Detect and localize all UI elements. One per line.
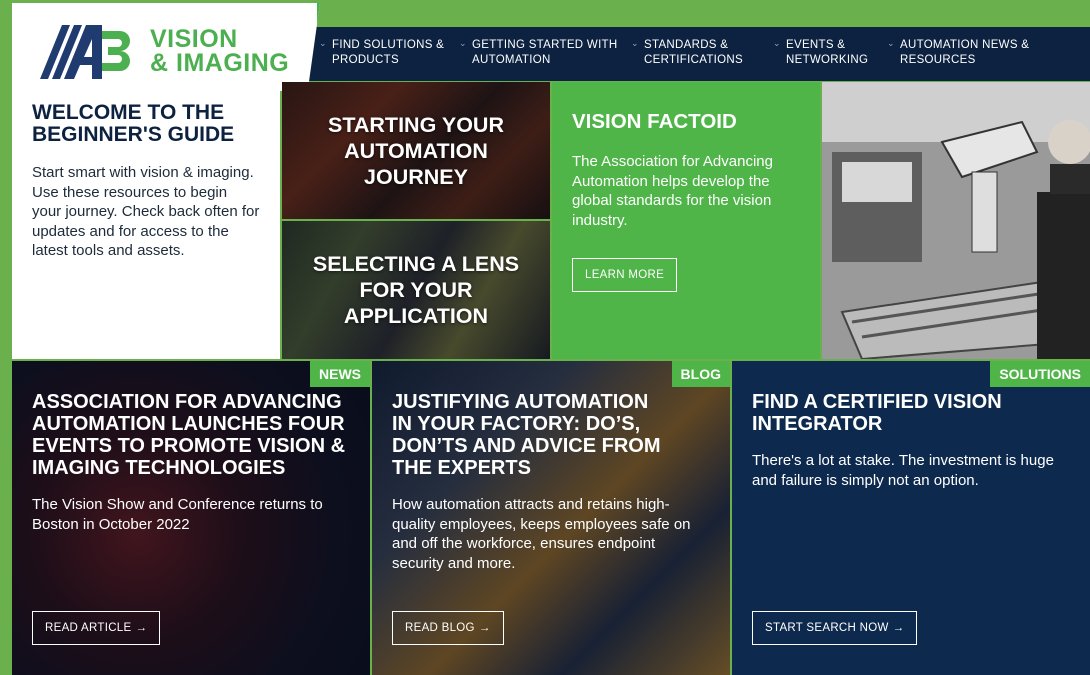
nav-label-line1: EVENTS & [786,39,846,51]
news-card-title: ASSOCIATION FOR ADVANCING AUTOMATION LAU… [32,391,346,479]
vision-factoid-panel: VISION FACTOID The Association for Advan… [552,82,820,359]
nav-getting-started[interactable]: ⌄ GETTING STARTED WITH AUTOMATION [459,38,618,68]
news-card-body: The Vision Show and Conference returns t… [32,496,323,533]
blog-card-title: JUSTIFYING AUTOMATION IN YOUR FACTORY: D… [392,391,661,479]
robot-photo-illustration-icon [822,82,1090,359]
nav-label-line2: CERTIFICATIONS [644,54,743,66]
tile-label: SELECTING A LENS FOR YOUR APPLICATION [312,252,520,328]
logo-line-imaging: & IMAGING [150,49,290,77]
nav-label-line2: NETWORKING [786,54,869,66]
nav-label-line1: GETTING STARTED WITH [472,39,618,51]
read-article-button[interactable]: READ ARTICLE → [32,611,161,645]
welcome-panel: WELCOME TO THE BEGINNER'S GUIDE Start sm… [12,82,280,359]
chevron-down-icon: ⌄ [631,38,639,48]
solutions-card[interactable]: SOLUTIONS FIND A CERTIFIED VISION INTEGR… [732,361,1090,675]
button-label: START SEARCH NOW [765,622,889,634]
blog-tag-badge: BLOG [671,361,730,387]
chevron-down-icon: ⌄ [773,38,781,48]
factoid-body: The Association for Advancing Automation… [572,153,773,229]
nav-label-line2: AUTOMATION [472,54,551,66]
site-logo[interactable]: VISION & IMAGING [12,3,320,91]
blog-card[interactable]: BLOG JUSTIFYING AUTOMATION IN YOUR FACTO… [372,361,730,675]
solutions-card-body: There's a lot at stake. The investment i… [752,452,1054,489]
welcome-title: WELCOME TO THE BEGINNER'S GUIDE [32,101,235,146]
tile-label: STARTING YOUR AUTOMATION JOURNEY [328,112,504,189]
blog-card-body: How automation attracts and retains high… [392,496,691,572]
nav-standards[interactable]: ⌄ STANDARDS & CERTIFICATIONS [631,38,743,68]
nav-label-line1: STANDARDS & [644,39,729,51]
arrow-right-icon: → [892,622,905,634]
a3-logo-mark-icon [40,25,130,79]
nav-label-line2: PRODUCTS [332,54,399,66]
factoid-title: VISION FACTOID [572,110,737,133]
news-card[interactable]: NEWS ASSOCIATION FOR ADVANCING AUTOMATIO… [12,361,370,675]
learn-more-button[interactable]: LEARN MORE [572,258,678,293]
button-label: READ ARTICLE [45,622,132,634]
nav-find-solutions[interactable]: ⌄ FIND SOLUTIONS & PRODUCTS [319,38,445,68]
tile-selecting-lens[interactable]: SELECTING A LENS FOR YOUR APPLICATION [282,221,550,359]
chevron-down-icon: ⌄ [887,38,895,48]
news-tag-badge: NEWS [310,361,370,387]
chevron-down-icon: ⌄ [459,38,467,48]
logo-line-vision: VISION [150,25,238,53]
chevron-down-icon: ⌄ [319,38,327,48]
button-label: READ BLOG [405,622,475,634]
nav-events[interactable]: ⌄ EVENTS & NETWORKING [773,38,869,68]
solutions-tag-badge: SOLUTIONS [990,361,1090,387]
arrow-right-icon: → [135,622,148,634]
arrow-right-icon: → [478,622,491,634]
tile-starting-automation-journey[interactable]: STARTING YOUR AUTOMATION JOURNEY [282,82,550,219]
historical-robot-photo [822,82,1090,359]
nav-automation-news[interactable]: ⌄ AUTOMATION NEWS & RESOURCES [887,38,1030,68]
solutions-card-title: FIND A CERTIFIED VISION INTEGRATOR [752,391,1002,435]
start-search-now-button[interactable]: START SEARCH NOW → [752,611,918,645]
welcome-body: Start smart with vision & imaging. Use t… [32,164,260,260]
nav-label-line1: AUTOMATION NEWS & [900,39,1030,51]
nav-label-line1: FIND SOLUTIONS & [332,39,445,51]
nav-label-line2: RESOURCES [900,54,976,66]
logo-wordmark: VISION & IMAGING [150,25,290,77]
read-blog-button[interactable]: READ BLOG → [392,611,504,645]
